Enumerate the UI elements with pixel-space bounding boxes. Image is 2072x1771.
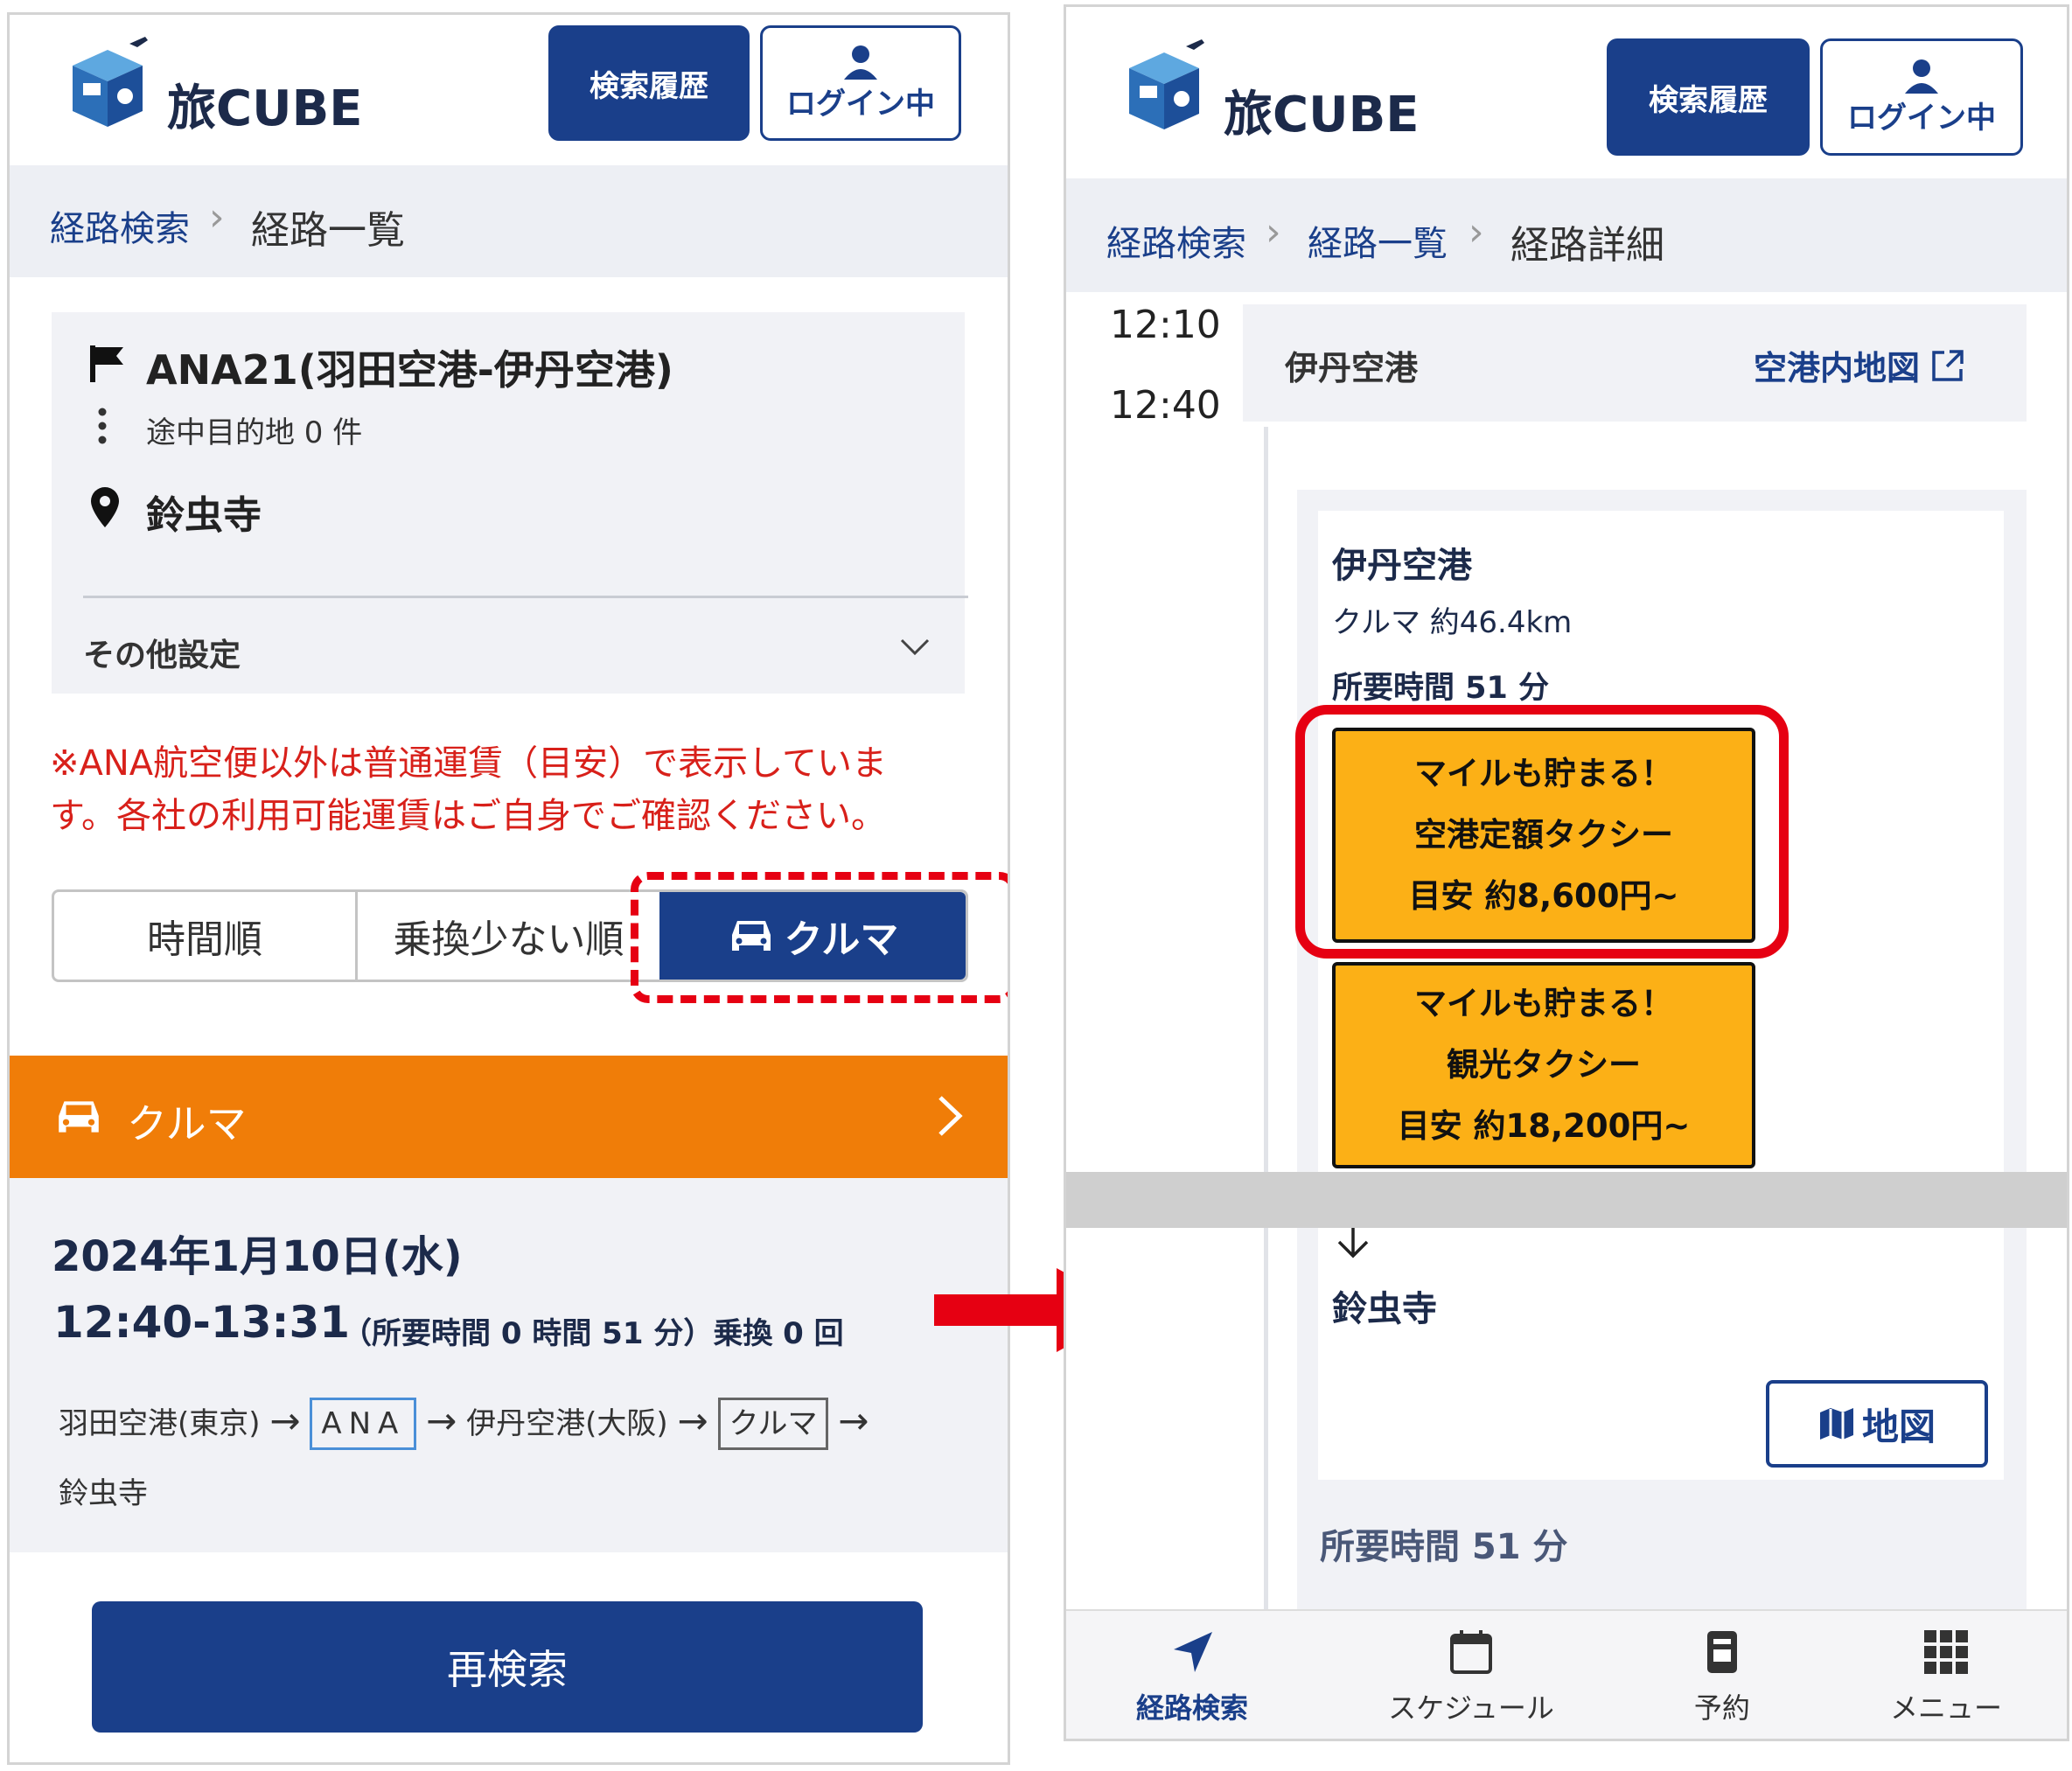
arrow-right-icon: → — [838, 1399, 869, 1442]
path-destination: 鈴虫寺 — [59, 1476, 148, 1511]
path-car-chip: クルマ — [717, 1398, 829, 1450]
result-date: 2024年1月10日(水) — [52, 1232, 463, 1281]
external-link-icon — [1932, 349, 1964, 381]
bottom-nav: 経路検索 スケジュール 予約 メニュー — [1066, 1609, 2067, 1739]
segment-to: 鈴虫寺 — [1332, 1289, 1437, 1329]
breadcrumb-route-search[interactable]: 経路検索 — [1106, 215, 1246, 266]
time-start: 12:10 — [1110, 303, 1221, 347]
arrow-right-icon: → — [426, 1399, 457, 1442]
chevron-right-icon: › — [209, 195, 225, 240]
destination: 鈴虫寺 — [146, 493, 262, 538]
nav-route-search[interactable]: 経路検索 — [1136, 1628, 1248, 1726]
chevron-right-icon — [938, 1096, 963, 1136]
logo-cube-icon — [64, 31, 148, 127]
app-logo[interactable]: 旅CUBE — [1224, 75, 1420, 146]
chevron-down-icon — [900, 638, 930, 656]
login-button[interactable]: ログイン中 — [760, 25, 961, 141]
route-title: ANA21(羽田空港-伊丹空港) — [146, 346, 673, 394]
navigation-arrow-icon — [1174, 1632, 1213, 1672]
path-origin: 羽田空港(東京) — [59, 1406, 261, 1441]
airport-row: 伊丹空港 空港内地図 — [1243, 304, 2027, 422]
breadcrumb-route-search[interactable]: 経路検索 — [50, 200, 190, 251]
breadcrumb-current: 経路詳細 — [1510, 223, 1664, 268]
nav-menu[interactable]: メニュー — [1890, 1628, 2002, 1726]
breadcrumb: 経路検索 › 経路一覧 › 経路詳細 — [1066, 178, 2067, 292]
route-summary-card: ANA21(羽田空港-伊丹空港) 途中目的地 0 件 鈴虫寺 その他設定 — [52, 312, 968, 694]
airport-name: 伊丹空港 — [1285, 349, 1419, 387]
more-vertical-icon — [98, 408, 107, 444]
result-path: 羽田空港(東京) → ANA → 伊丹空港(大阪) → クルマ → 鈴虫寺 — [59, 1386, 968, 1529]
chevron-right-icon: › — [1469, 210, 1484, 254]
calendar-icon — [1449, 1630, 1492, 1674]
nav-reservation[interactable]: 予約 — [1694, 1628, 1750, 1726]
location-pin-icon — [91, 487, 119, 527]
segment-mode: クルマ 約46.4km — [1332, 605, 1573, 640]
grid-menu-icon — [1923, 1630, 1968, 1674]
map-button[interactable]: 地図 — [1766, 1380, 1988, 1468]
segment-from: 伊丹空港 — [1332, 546, 1472, 586]
ticket-icon — [1706, 1631, 1737, 1673]
arrow-right-icon: → — [677, 1399, 708, 1442]
chevron-right-icon: › — [1266, 210, 1281, 254]
total-duration: 所要時間 51 分 — [1320, 1527, 1568, 1567]
waypoints-count: 途中目的地 0 件 — [146, 415, 363, 450]
highlight-dashed-box — [631, 872, 1008, 1003]
fare-notice: ※ANA航空便以外は普通運賃（目安）で表示しています。各社の利用可能運賃はご自身… — [50, 743, 887, 836]
logo-cube-icon — [1120, 33, 1208, 146]
path-airport: 伊丹空港(大阪) — [466, 1406, 668, 1441]
car-bar-label: クルマ — [127, 1100, 247, 1147]
timeline-line — [1264, 427, 1268, 1616]
search-history-button[interactable]: 検索履歴 — [548, 25, 750, 141]
highlight-box — [1295, 705, 1789, 959]
other-settings-toggle[interactable]: その他設定 — [52, 598, 965, 694]
time-end: 12:40 — [1110, 383, 1221, 428]
tab-time-order[interactable]: 時間順 — [54, 892, 355, 980]
airport-map-link[interactable]: 空港内地図 — [1754, 341, 1965, 389]
route-detail-screen: 旅CUBE 検索履歴 ログイン中 経路検索 › 経路一覧 › 経路詳細 12:1… — [1064, 4, 2069, 1741]
path-ana-chip: ANA — [310, 1398, 417, 1450]
breadcrumb: 経路検索 › 経路一覧 — [10, 165, 1008, 277]
route-result[interactable]: 2024年1月10日(水) 12:40-13:31 （所要時間 0 時間 51 … — [10, 1178, 1008, 1552]
other-settings-label: その他設定 — [83, 638, 241, 673]
arrow-right-icon: → — [269, 1399, 301, 1442]
map-icon — [1819, 1408, 1853, 1440]
car-route-bar[interactable]: クルマ — [10, 1056, 1008, 1178]
search-history-button[interactable]: 検索履歴 — [1607, 38, 1810, 156]
login-button[interactable]: ログイン中 — [1820, 38, 2023, 156]
app-logo[interactable]: 旅CUBE — [167, 69, 363, 140]
segment-card: 伊丹空港 クルマ 約46.4km 所要時間 51 分 マイルも貯まる！ 空港定額… — [1318, 511, 2004, 1480]
user-icon — [844, 45, 877, 80]
breadcrumb-route-list[interactable]: 経路一覧 — [1308, 215, 1448, 266]
breadcrumb-current: 経路一覧 — [251, 208, 405, 253]
research-button[interactable]: 再検索 — [92, 1601, 923, 1733]
torn-separator — [1066, 1172, 2067, 1228]
tab-fewer-transfers[interactable]: 乗換少ない順 — [358, 892, 659, 980]
segment-duration: 所要時間 51 分 — [1332, 671, 1550, 706]
nav-schedule[interactable]: スケジュール — [1388, 1628, 1554, 1726]
result-duration-info: （所要時間 0 時間 51 分）乗換 0 回 — [342, 1316, 844, 1351]
sightseeing-taxi-banner[interactable]: マイルも貯まる！ 観光タクシー 目安 約18,200円~ — [1332, 962, 1755, 1168]
result-time-range: 12:40-13:31 — [53, 1297, 351, 1348]
route-list-screen: 旅CUBE 検索履歴 ログイン中 経路検索 › 経路一覧 ANA21(羽田空港-… — [7, 12, 1010, 1765]
user-icon — [1905, 59, 1938, 94]
car-icon — [59, 1101, 99, 1133]
flag-icon — [90, 345, 123, 382]
